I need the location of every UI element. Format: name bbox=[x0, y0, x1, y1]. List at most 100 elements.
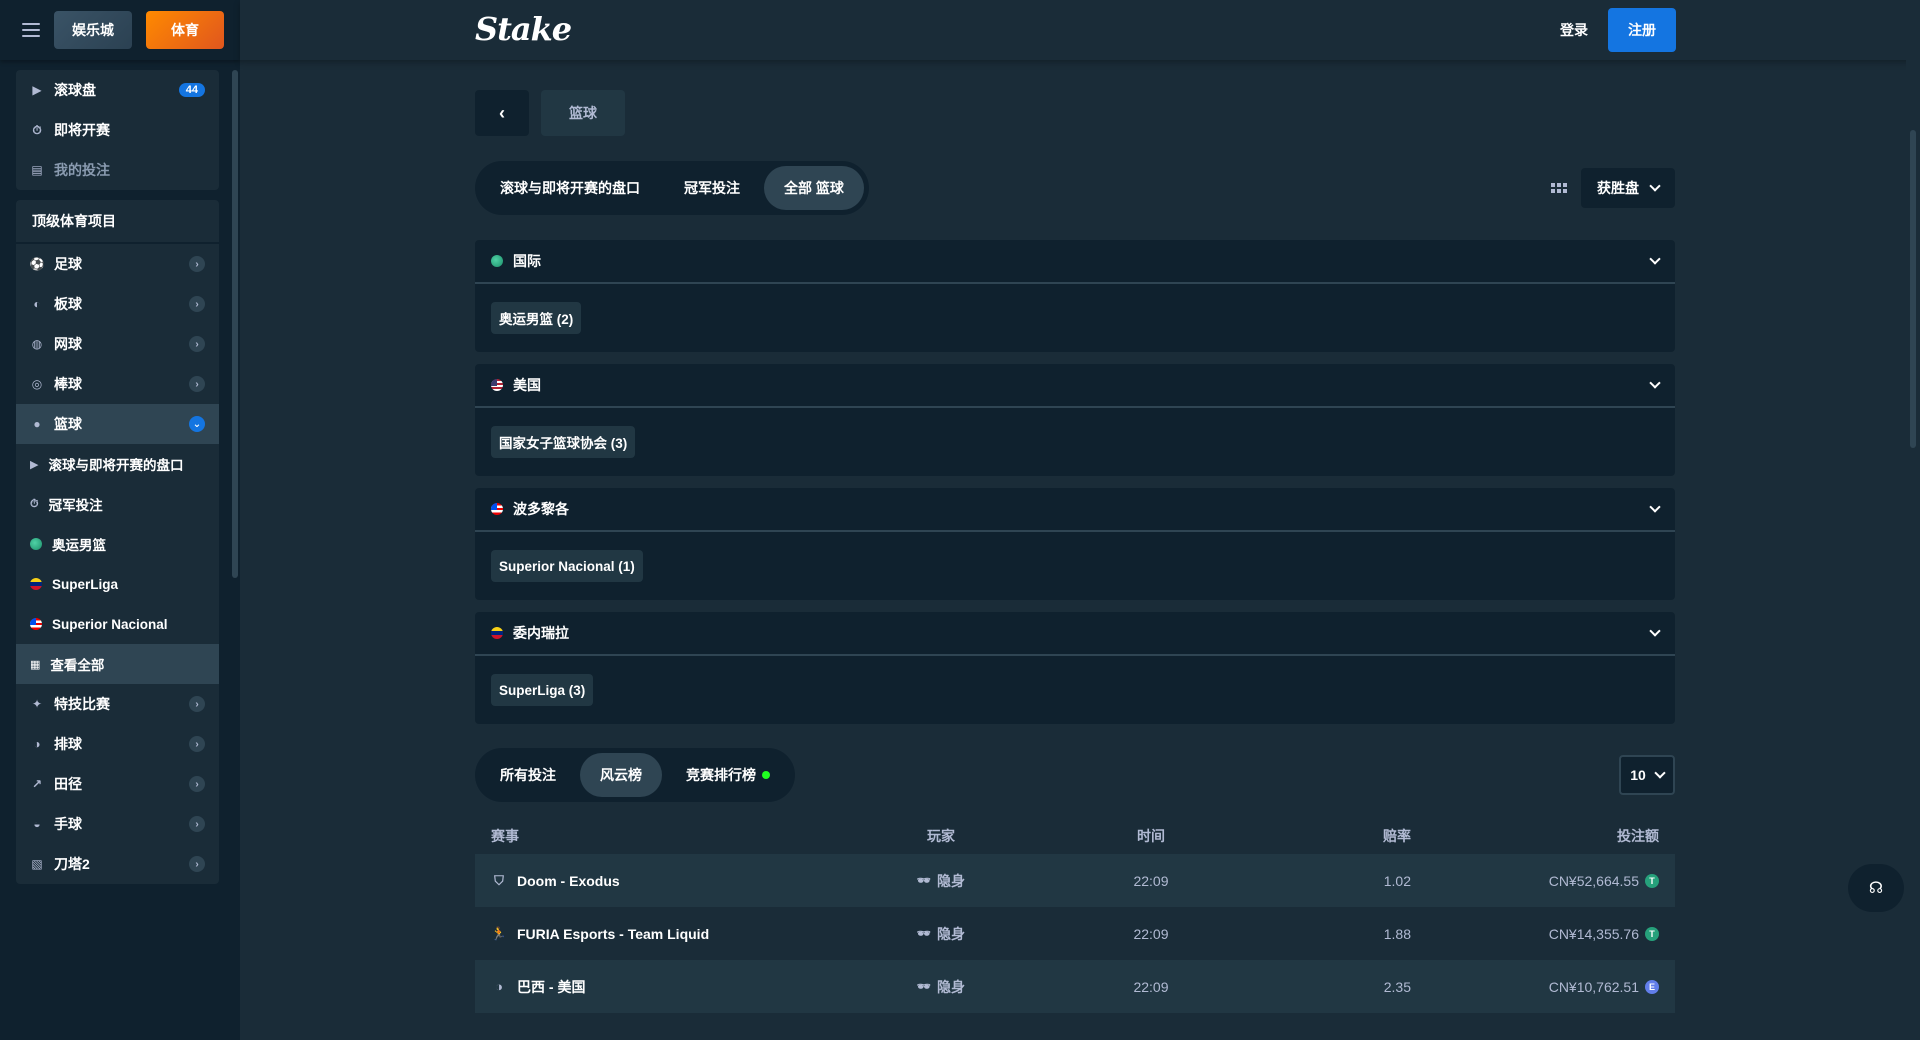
bets-table-header: 赛事 玩家 时间 赔率 投注额 bbox=[475, 818, 1675, 854]
breadcrumb-current[interactable]: 篮球 bbox=[541, 90, 625, 136]
login-button[interactable]: 登录 bbox=[1560, 20, 1588, 40]
region-body: Superior Nacional (1) bbox=[475, 532, 1675, 600]
support-chat-button[interactable]: ☊ bbox=[1848, 864, 1904, 912]
region-body: 奥运男篮 (2) bbox=[475, 284, 1675, 352]
tab-all-bets[interactable]: 所有投注 bbox=[480, 753, 576, 797]
chevron-right-icon: › bbox=[189, 256, 205, 272]
casino-mode-button[interactable]: 娱乐城 bbox=[54, 11, 132, 49]
handball-icon: ◒ bbox=[33, 817, 41, 831]
column-player: 玩家 bbox=[927, 828, 955, 844]
bet-player-name: 隐身 bbox=[936, 978, 965, 995]
page-scrollbar-thumb[interactable] bbox=[1910, 130, 1916, 448]
sidebar-item-handball[interactable]: ◒ 手球 › bbox=[16, 804, 219, 844]
region-header[interactable]: 国际 bbox=[475, 240, 1675, 284]
table-row[interactable]: ◑ 巴西 - 美国 🕶 隐身 22:09 2.35 CN¥10,762.51 E bbox=[475, 960, 1675, 1013]
sidebar-sub-olympics[interactable]: 奥运男篮 bbox=[16, 524, 219, 564]
play-icon: ▶ bbox=[30, 458, 39, 471]
sidebar-sub-label: 冠军投注 bbox=[48, 498, 103, 513]
sidebar-sub-superliga[interactable]: SuperLiga bbox=[16, 564, 219, 604]
grid-view-icon[interactable] bbox=[1551, 180, 1567, 196]
sidebar-item-my-bets[interactable]: ▤ 我的投注 bbox=[16, 150, 219, 190]
region-header[interactable]: 委内瑞拉 bbox=[475, 612, 1675, 656]
sidebar-item-dota2[interactable]: ▧ 刀塔2 › bbox=[16, 844, 219, 884]
sidebar-item-volleyball[interactable]: ◑ 排球 › bbox=[16, 724, 219, 764]
bet-amount: CN¥14,355.76 T bbox=[1411, 926, 1659, 942]
region-usa: 美国 国家女子篮球协会 (3) bbox=[475, 364, 1675, 476]
sidebar-sub-live-upcoming[interactable]: ▶ 滚球与即将开赛的盘口 bbox=[16, 444, 219, 484]
chevron-right-icon: › bbox=[189, 336, 205, 352]
sidebar-item-soccer[interactable]: ⚽ 足球 › bbox=[16, 244, 219, 284]
chevron-down-icon bbox=[1649, 377, 1661, 389]
region-body: 国家女子篮球协会 (3) bbox=[475, 408, 1675, 476]
sports-mode-button[interactable]: 体育 bbox=[146, 11, 224, 49]
tab-outrights[interactable]: 冠军投注 bbox=[664, 166, 760, 210]
league-chip[interactable]: 国家女子篮球协会 (3) bbox=[491, 426, 636, 458]
register-button[interactable]: 注册 bbox=[1608, 8, 1676, 52]
region-header[interactable]: 波多黎各 bbox=[475, 488, 1675, 532]
play-icon: ▶ bbox=[32, 83, 42, 97]
bet-time: 22:09 bbox=[1133, 925, 1169, 942]
market-tabs-row: 滚球与即将开赛的盘口 冠军投注 全部 篮球 获胜盘 bbox=[475, 160, 1675, 216]
market-type-select[interactable]: 获胜盘 bbox=[1581, 168, 1675, 208]
table-row[interactable]: ⛉ Doom - Exodus 🕶 隐身 22:09 1.02 CN¥52,66… bbox=[475, 854, 1675, 907]
sidebar-item-baseball[interactable]: ◎ 棒球 › bbox=[16, 364, 219, 404]
tab-race-leaderboard[interactable]: 竞赛排行榜 bbox=[666, 753, 790, 797]
market-tabs: 滚球与即将开赛的盘口 冠军投注 全部 篮球 bbox=[475, 161, 869, 215]
tab-all-basketball[interactable]: 全部 篮球 bbox=[764, 166, 864, 210]
chevron-down-icon bbox=[1654, 767, 1666, 779]
bet-amount-value: CN¥52,664.55 bbox=[1548, 872, 1639, 889]
headset-icon: ☊ bbox=[1868, 880, 1884, 897]
sidebar-item-cricket[interactable]: ◐ 板球 › bbox=[16, 284, 219, 324]
chevron-right-icon: › bbox=[189, 736, 205, 752]
main-content: ‹ 篮球 滚球与即将开赛的盘口 冠军投注 全部 篮球 获胜盘 国际 奥运男篮 (… bbox=[475, 90, 1675, 1013]
stopwatch-icon: ⏱ bbox=[30, 497, 39, 510]
sidebar-sports-group: 顶级体育项目 ⚽ 足球 › ◐ 板球 › ◍ 网球 › ◎ 棒球 › ● 篮球 … bbox=[16, 200, 219, 884]
chevron-down-icon bbox=[1649, 501, 1661, 513]
league-chip[interactable]: 奥运男篮 (2) bbox=[491, 302, 582, 334]
venezuela-flag-icon bbox=[491, 627, 503, 639]
sidebar-item-basketball[interactable]: ● 篮球 ⌄ bbox=[16, 404, 219, 444]
bet-player: 🕶 隐身 bbox=[821, 924, 1061, 944]
bet-amount: CN¥10,762.51 E bbox=[1411, 979, 1659, 995]
league-chip[interactable]: SuperLiga (3) bbox=[491, 674, 594, 706]
receipt-icon: ▤ bbox=[31, 163, 43, 177]
sidebar-sub-superior-nacional[interactable]: Superior Nacional bbox=[16, 604, 219, 644]
usa-flag-icon bbox=[491, 379, 503, 391]
sidebar-heading: 顶级体育项目 bbox=[16, 200, 219, 244]
sidebar-item-label: 板球 bbox=[54, 296, 82, 312]
page-scrollbar[interactable] bbox=[1906, 60, 1920, 1040]
sidebar-sub-label: Superior Nacional bbox=[52, 616, 168, 632]
menu-icon[interactable] bbox=[22, 23, 40, 37]
tether-coin-icon: T bbox=[1645, 873, 1659, 888]
sidebar-item-stunts[interactable]: ✦ 特技比赛 › bbox=[16, 684, 219, 724]
bet-event-name: FURIA Esports - Team Liquid bbox=[517, 925, 710, 942]
tab-high-rollers[interactable]: 风云榜 bbox=[580, 753, 662, 797]
sidebar-item-athletics[interactable]: ↗ 田径 › bbox=[16, 764, 219, 804]
incognito-icon: 🕶 bbox=[917, 981, 931, 993]
globe-icon bbox=[491, 255, 503, 267]
ethereum-coin-icon: E bbox=[1645, 979, 1659, 994]
sidebar-item-upcoming[interactable]: ⏱ 即将开赛 bbox=[16, 110, 219, 150]
sidebar-sub-outrights[interactable]: ⏱ 冠军投注 bbox=[16, 484, 219, 524]
chevron-down-icon: ⌄ bbox=[189, 416, 205, 432]
tether-coin-icon: T bbox=[1645, 926, 1659, 941]
sidebar-item-live[interactable]: ▶ 滚球盘 44 bbox=[16, 70, 219, 110]
bet-event-name: Doom - Exodus bbox=[517, 872, 620, 889]
sidebar-item-label: 即将开赛 bbox=[54, 122, 110, 138]
sidebar-sub-view-all[interactable]: ▦ 查看全部 bbox=[16, 644, 219, 684]
sidebar-scrollbar[interactable] bbox=[232, 70, 238, 578]
region-header[interactable]: 美国 bbox=[475, 364, 1675, 408]
bet-odds: 1.88 bbox=[1383, 925, 1411, 942]
table-row[interactable]: 🏃 FURIA Esports - Team Liquid 🕶 隐身 22:09… bbox=[475, 907, 1675, 960]
league-chip[interactable]: Superior Nacional (1) bbox=[491, 550, 643, 582]
tab-label: 竞赛排行榜 bbox=[686, 767, 756, 783]
bet-event: ⛉ Doom - Exodus bbox=[491, 873, 821, 889]
stake-logo[interactable]: Stake bbox=[475, 10, 572, 48]
sidebar-item-label: 特技比赛 bbox=[54, 696, 110, 712]
tab-live-upcoming[interactable]: 滚球与即将开赛的盘口 bbox=[480, 166, 660, 210]
puerto-rico-flag-icon bbox=[30, 618, 42, 630]
sidebar-item-tennis[interactable]: ◍ 网球 › bbox=[16, 324, 219, 364]
back-button[interactable]: ‹ bbox=[475, 90, 529, 136]
live-count-badge: 44 bbox=[178, 83, 205, 97]
bet-count-select[interactable]: 10 bbox=[1619, 755, 1675, 795]
